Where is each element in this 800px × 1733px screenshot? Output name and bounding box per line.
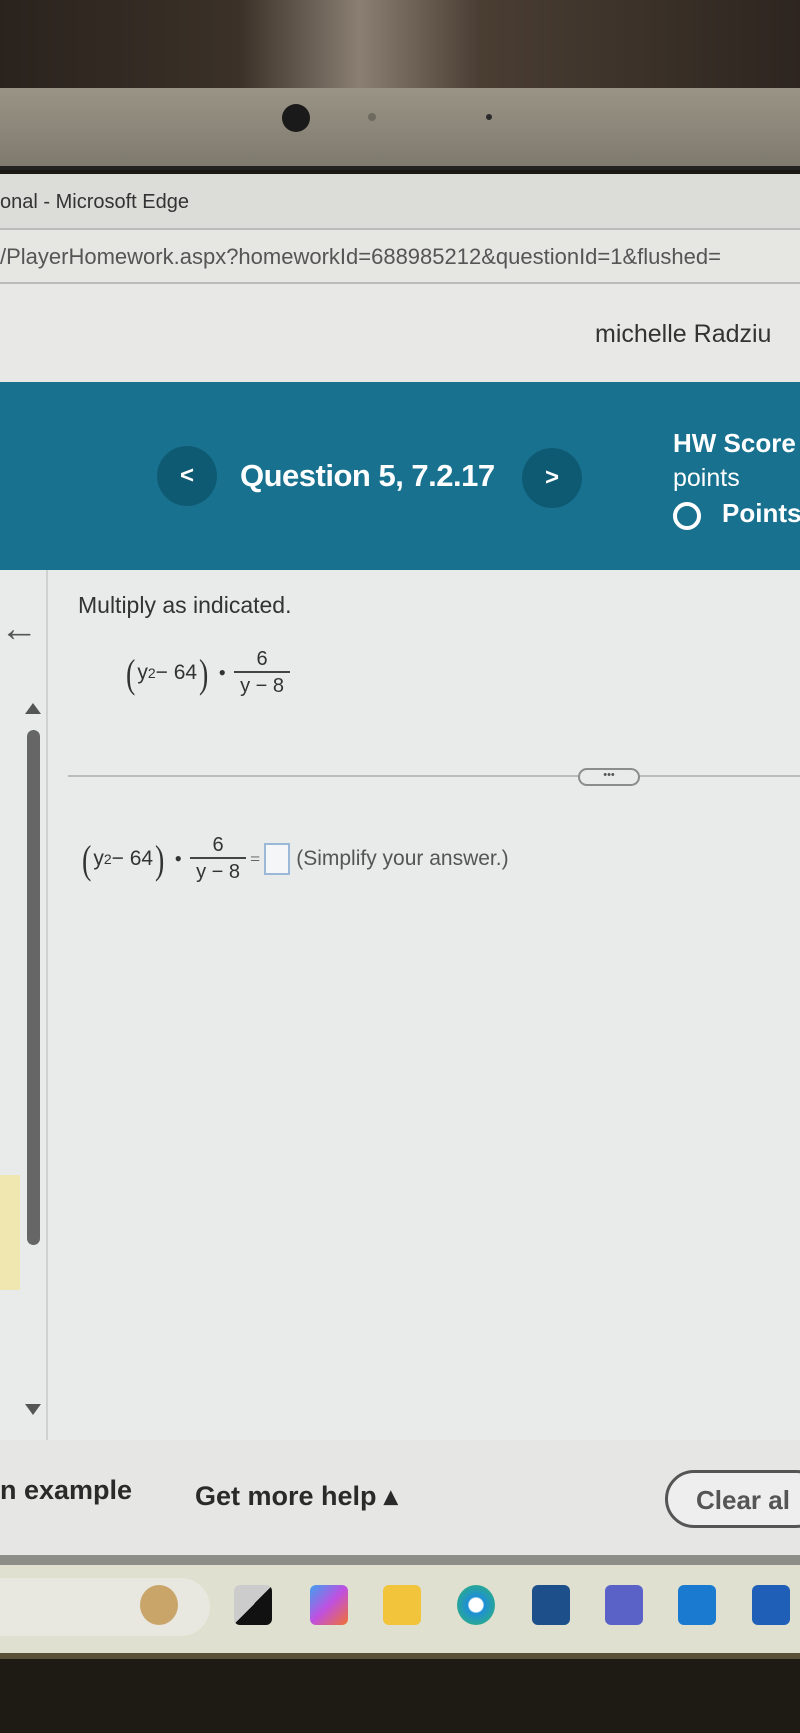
hw-points-label: points (673, 464, 740, 492)
hw-score-label: HW Score (673, 428, 796, 458)
chevron-right-icon: > (544, 464, 559, 491)
get-more-help-button[interactable]: Get more help ▴ (195, 1481, 398, 1512)
window-title-bar: onal - Microsoft Edge (0, 174, 800, 228)
expand-more-button[interactable]: ••• (578, 768, 640, 786)
file-explorer-icon[interactable] (383, 1585, 421, 1625)
fraction: 6y − 8 (234, 648, 291, 698)
multiply-dot: • (174, 846, 183, 871)
base: y (137, 661, 148, 684)
store-icon[interactable] (532, 1585, 570, 1625)
fraction: 6y − 8 (190, 834, 247, 884)
close-paren: ) (155, 836, 165, 882)
question-expression: ( y2 − 64 ) • 6y − 8 (124, 648, 291, 698)
widgets-icon[interactable] (140, 1585, 178, 1625)
scrollbar-thumb[interactable] (27, 730, 40, 1245)
view-example-link[interactable]: n example (0, 1475, 132, 1506)
close-paren: ) (199, 650, 209, 696)
previous-question-button[interactable]: < (157, 446, 217, 506)
side-highlight (0, 1175, 20, 1290)
denominator: y − 8 (234, 671, 291, 698)
exponent: 2 (147, 665, 156, 681)
taskbar-border (0, 1555, 800, 1565)
minus-term: − 64 (111, 847, 154, 870)
back-arrow-icon[interactable]: ← (0, 608, 38, 651)
outlook-icon[interactable] (678, 1585, 716, 1625)
url-text[interactable]: /PlayerHomework.aspx?homeworkId=68898521… (0, 244, 721, 269)
chevron-left-icon: < (179, 462, 194, 489)
equals-sign: = (250, 848, 261, 869)
points-circle-icon (673, 502, 701, 530)
open-paren: ( (81, 836, 92, 882)
answer-hint: (Simplify your answer.) (296, 847, 509, 870)
clear-all-button[interactable]: Clear al (665, 1470, 800, 1528)
answer-input[interactable] (264, 843, 291, 875)
minus-term: − 64 (155, 661, 198, 684)
user-name[interactable]: michelle Radziu (595, 320, 771, 349)
denominator: y − 8 (190, 857, 247, 884)
open-paren: ( (125, 650, 136, 696)
taskbar-search[interactable] (0, 1578, 210, 1636)
address-bar[interactable]: /PlayerHomework.aspx?homeworkId=68898521… (0, 228, 800, 284)
edge-icon[interactable] (457, 1585, 495, 1625)
sensor (368, 113, 376, 121)
answer-expression: ( y2 − 64 ) • 6y − 8 = (Simplify your an… (80, 834, 509, 884)
word-icon[interactable] (752, 1585, 790, 1625)
exponent: 2 (103, 851, 112, 867)
question-instruction: Multiply as indicated. (78, 592, 292, 618)
question-panel (0, 570, 800, 1560)
numerator: 6 (256, 648, 268, 670)
question-title: Question 5, 7.2.17 (240, 458, 495, 493)
task-view-icon[interactable] (234, 1585, 272, 1625)
webcam (282, 104, 310, 132)
multiply-dot: • (218, 660, 227, 685)
scroll-up-arrow[interactable] (25, 703, 41, 714)
background-room (0, 0, 800, 92)
copilot-icon[interactable] (310, 1585, 348, 1625)
numerator: 6 (212, 834, 224, 856)
base: y (93, 847, 104, 870)
camera-light (486, 114, 492, 120)
teams-icon[interactable] (605, 1585, 643, 1625)
window-title: onal - Microsoft Edge (0, 191, 189, 213)
divider (68, 775, 800, 777)
points-status: Points (722, 498, 800, 528)
next-question-button[interactable]: > (522, 448, 582, 508)
scroll-down-arrow[interactable] (25, 1404, 41, 1415)
laptop-bezel-bottom (0, 1653, 800, 1733)
laptop-bezel (0, 88, 800, 170)
